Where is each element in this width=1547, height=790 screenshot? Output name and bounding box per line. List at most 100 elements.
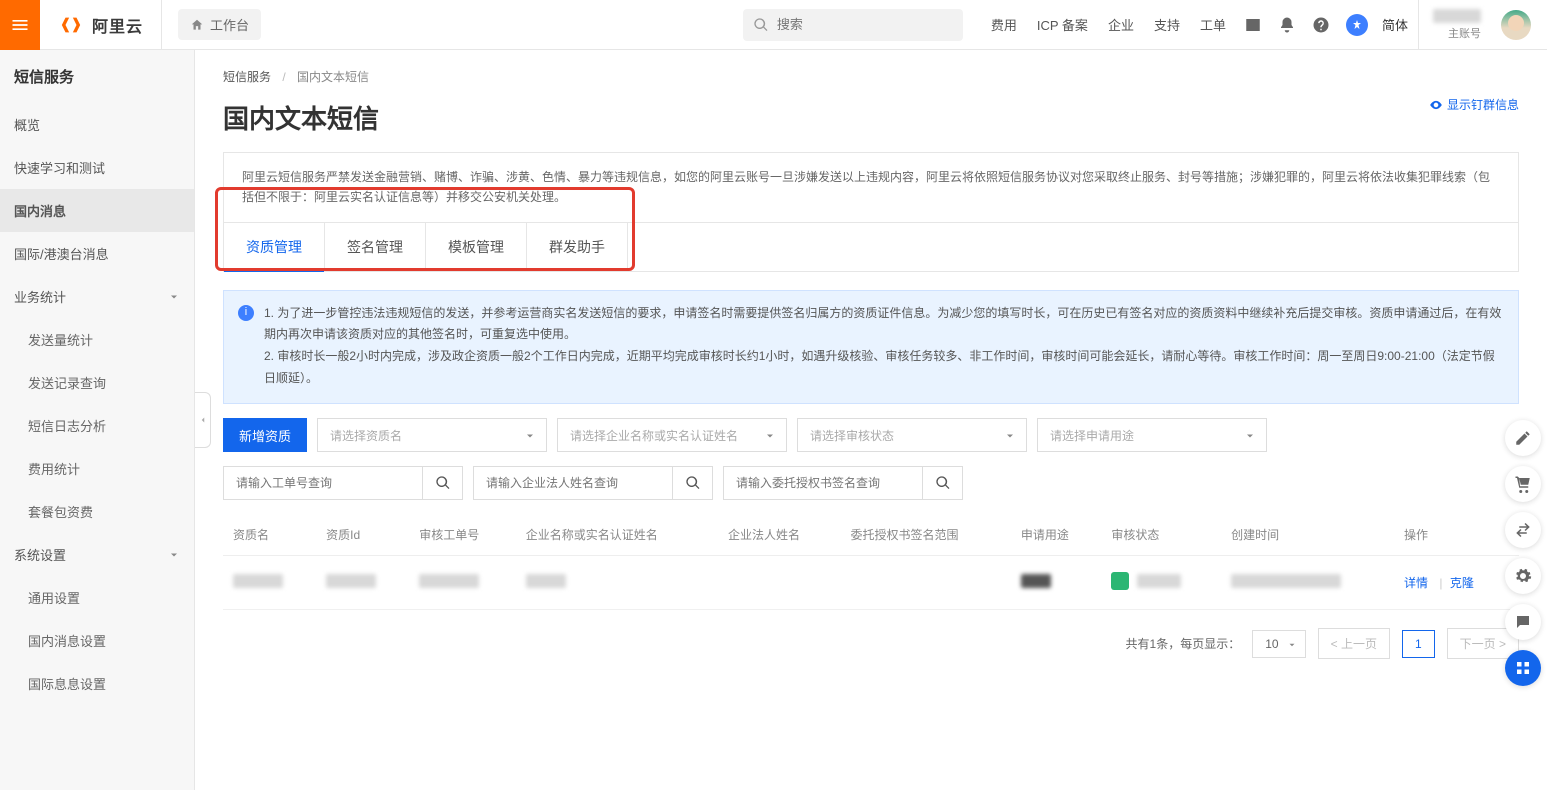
top-link-icp[interactable]: ICP 备案 [1037,15,1088,34]
avatar[interactable] [1501,10,1531,40]
chevron-down-icon [1287,640,1297,650]
chevron-down-icon [168,549,180,561]
select-usage[interactable]: 请选择申请用途 [1037,418,1267,452]
cell-masked [1137,574,1181,588]
dock-edit[interactable] [1505,420,1541,456]
sidebar-item[interactable]: 通用设置 [0,576,194,619]
account-sub: 主账号 [1433,25,1481,41]
sidebar-item[interactable]: 业务统计 [0,275,194,318]
cell-masked [326,574,376,588]
search-ticket-input[interactable] [223,466,423,500]
sidebar-item[interactable]: 概览 [0,103,194,146]
search-auth-button[interactable] [923,466,963,500]
sidebar-item[interactable]: 套餐包资费 [0,490,194,533]
table-header: 审核工单号 [409,514,515,556]
select-enterprise-name[interactable]: 请选择企业名称或实名认证姓名 [557,418,787,452]
side-dock [1505,420,1547,686]
select-qualification-name[interactable]: 请选择资质名 [317,418,547,452]
search-legal-button[interactable] [673,466,713,500]
sidebar-item[interactable]: 国内消息设置 [0,619,194,662]
show-dingtalk-label: 显示钉群信息 [1447,96,1519,113]
sidebar-item[interactable]: 发送量统计 [0,318,194,361]
chevron-down-icon [764,430,776,442]
pager-prev[interactable]: < 上一页 [1318,628,1390,659]
qualification-table: 资质名资质Id审核工单号企业名称或实名认证姓名企业法人姓名委托授权书签名范围申请… [223,514,1519,610]
sidebar-item[interactable]: 国际息息设置 [0,662,194,705]
top-link-support[interactable]: 支持 [1154,15,1180,34]
table-header: 资质名 [223,514,316,556]
grid-icon [1514,659,1532,677]
dock-apps[interactable] [1505,650,1541,686]
sidebar-title: 短信服务 [0,50,194,103]
home-icon [190,18,204,32]
brand[interactable]: 阿里云 [40,0,162,49]
account-block[interactable]: 主账号 [1418,0,1495,50]
crumb-sep: / [282,70,285,84]
sidebar-item[interactable]: 短信日志分析 [0,404,194,447]
search-auth-input[interactable] [723,466,923,500]
action-detail[interactable]: 详情 [1404,576,1428,590]
workbench-button[interactable]: 工作台 [178,9,261,40]
chevron-down-icon [1244,430,1256,442]
top-links: 费用 ICP 备案 企业 支持 工单 [981,15,1236,34]
table-row: 详情 | 克隆 [223,556,1519,610]
action-clone[interactable]: 克隆 [1450,576,1474,590]
pager-size-select[interactable]: 10 [1252,630,1305,658]
sidebar: 短信服务 概览快速学习和测试国内消息国际/港澳台消息业务统计发送量统计发送记录查… [0,50,195,790]
info-line-1: 1. 为了进一步管控违法违规短信的发送，并参考运营商实名发送短信的要求，申请签名… [264,303,1502,346]
new-qualification-button[interactable]: 新增资质 [223,418,307,452]
top-bar: 阿里云 工作台 费用 ICP 备案 企业 支持 工单 简体 主账号 [0,0,1547,50]
cell-masked [526,574,566,588]
tab-signature[interactable]: 签名管理 [325,223,426,271]
crumb-root[interactable]: 短信服务 [223,70,271,84]
pager-page-1[interactable]: 1 [1402,630,1435,658]
account-name-masked [1433,9,1481,23]
tab-template[interactable]: 模板管理 [426,223,527,271]
bell-icon[interactable] [1278,16,1296,34]
search-legal-input[interactable] [473,466,673,500]
lang-switch[interactable]: 简体 [1382,15,1408,34]
menu-icon [10,15,30,35]
search-ticket-button[interactable] [423,466,463,500]
sidebar-item[interactable]: 费用统计 [0,447,194,490]
sidebar-item[interactable]: 国际/港澳台消息 [0,232,194,275]
sidebar-item[interactable]: 发送记录查询 [0,361,194,404]
sidebar-item[interactable]: 国内消息 [0,189,194,232]
cell-masked [419,574,479,588]
dock-experience[interactable] [1505,512,1541,548]
hamburger-menu[interactable] [0,0,40,50]
global-search-input[interactable] [743,9,963,41]
assistant-icon[interactable] [1346,14,1368,36]
table-header: 操作 [1394,514,1519,556]
tab-batch[interactable]: 群发助手 [527,223,628,271]
top-link-fee[interactable]: 费用 [991,15,1017,34]
search-row [223,466,1519,500]
tab-qualification[interactable]: 资质管理 [224,223,325,271]
select-audit-status[interactable]: 请选择审核状态 [797,418,1027,452]
dock-settings[interactable] [1505,558,1541,594]
sidebar-item[interactable]: 系统设置 [0,533,194,576]
table-header: 创建时间 [1221,514,1394,556]
cell-masked [1021,574,1051,588]
cloudshell-icon[interactable] [1244,16,1262,34]
search-icon [685,475,701,491]
swap-icon [1514,521,1532,539]
search-legal [473,466,713,500]
dock-cart[interactable] [1505,466,1541,502]
cart-icon [1514,475,1532,493]
page-title: 国内文本短信 [223,99,1519,136]
top-link-enterprise[interactable]: 企业 [1108,15,1134,34]
warning-box: 阿里云短信服务严禁发送金融营销、赌博、诈骗、涉黄、色情、暴力等违规信息，如您的阿… [223,152,1519,223]
search-icon [935,475,951,491]
tabs: 资质管理 签名管理 模板管理 群发助手 [223,223,1519,272]
search-ticket [223,466,463,500]
brand-text: 阿里云 [92,13,143,37]
dock-chat[interactable] [1505,604,1541,640]
table-header: 企业法人姓名 [718,514,840,556]
sidebar-item[interactable]: 快速学习和测试 [0,146,194,189]
top-link-ticket[interactable]: 工单 [1200,15,1226,34]
show-dingtalk-link[interactable]: 显示钉群信息 [1429,96,1519,113]
cell-masked [1231,574,1341,588]
main: 短信服务 / 国内文本短信 国内文本短信 显示钉群信息 阿里云短信服务严禁发送金… [195,50,1547,790]
help-icon[interactable] [1312,16,1330,34]
